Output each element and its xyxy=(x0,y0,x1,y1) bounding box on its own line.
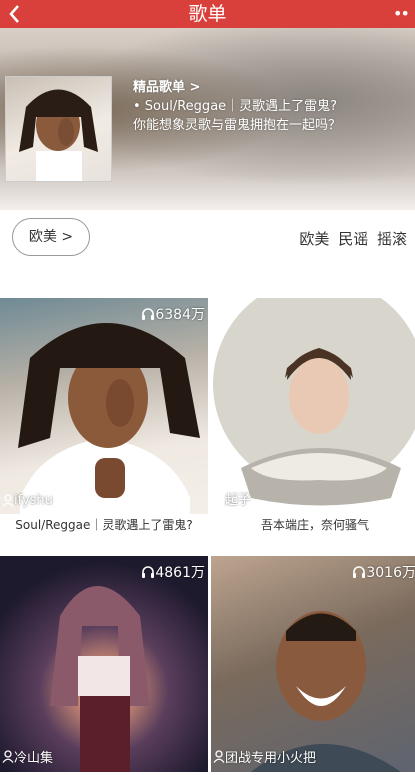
playlist-author: ifyshu xyxy=(2,493,53,508)
filter-bar: 欧美 > 欧美 民谣 摇滚 xyxy=(0,210,415,268)
person-photo-icon xyxy=(50,586,150,772)
more-dots-icon: •• xyxy=(393,4,410,23)
person-photo-icon xyxy=(18,323,200,514)
playlist-author: 起子 xyxy=(213,489,251,508)
more-menu-button[interactable]: •• xyxy=(393,4,411,24)
headphones-icon xyxy=(142,308,155,320)
tag-item[interactable]: 民谣 xyxy=(338,230,368,248)
tag-item[interactable]: 摇滚 xyxy=(377,230,407,248)
play-count: 3016万 xyxy=(352,562,415,582)
top-bar: 歌单 •• xyxy=(0,0,415,28)
featured-cover-image xyxy=(5,76,112,182)
person-photo-icon xyxy=(251,611,401,772)
playlist-cover-image: 6384万 ifyshu xyxy=(0,298,208,514)
user-icon xyxy=(2,494,14,507)
play-count: 4861万 xyxy=(141,562,205,582)
featured-title: • Soul/Reggae｜灵歌遇上了雷鬼? xyxy=(133,99,338,114)
author-name: 冷山集 xyxy=(14,751,54,766)
playlist-author: 冷山集 xyxy=(2,747,53,766)
category-button[interactable]: 欧美 > xyxy=(12,218,90,256)
playlist-author: 团战专用小火把 xyxy=(213,747,316,766)
headphones-icon xyxy=(353,566,366,578)
tag-list: 欧美 民谣 摇滚 xyxy=(295,228,407,249)
user-icon xyxy=(213,750,225,763)
play-count: 6384万 xyxy=(141,304,205,324)
playlist-card[interactable]: 起子 吾本端庄，奈何骚气 xyxy=(211,298,415,538)
person-photo-icon xyxy=(213,298,415,506)
playlist-card[interactable]: 4861万 冷山集 xyxy=(0,556,208,772)
playlist-cover-image: 3016万 团战专用小火把 xyxy=(211,556,415,772)
author-name: 团战专用小火把 xyxy=(225,751,317,766)
featured-description: 你能想象灵歌与雷鬼拥抱在一起吗？ xyxy=(133,118,342,133)
author-name: ifyshu xyxy=(14,493,53,508)
featured-banner[interactable]: 精品歌单 > • Soul/Reggae｜灵歌遇上了雷鬼? 你能想象灵歌与雷鬼拥… xyxy=(0,28,415,210)
page-title: 歌单 xyxy=(188,3,227,25)
user-icon xyxy=(213,492,225,505)
playlist-card[interactable]: 6384万 ifyshu Soul/Reggae｜灵歌遇上了雷鬼? xyxy=(0,298,208,538)
play-count-text: 3016万 xyxy=(366,565,415,581)
playlist-title: 吾本端庄，奈何骚气 xyxy=(260,518,369,532)
featured-text: 精品歌单 > • Soul/Reggae｜灵歌遇上了雷鬼? 你能想象灵歌与雷鬼拥… xyxy=(133,78,403,135)
play-count-text: 4861万 xyxy=(155,565,205,581)
tag-item[interactable]: 欧美 xyxy=(299,230,329,248)
play-count-text: 6384万 xyxy=(155,307,205,323)
featured-label: 精品歌单 > xyxy=(133,80,201,95)
author-name: 起子 xyxy=(225,493,252,508)
headphones-icon xyxy=(142,566,155,578)
playlist-cover-image: 起子 xyxy=(211,298,415,514)
user-icon xyxy=(2,750,14,763)
playlist-cover-image: 4861万 冷山集 xyxy=(0,556,208,772)
person-photo-icon xyxy=(19,89,98,181)
playlist-card[interactable]: 3016万 团战专用小火把 xyxy=(211,556,415,772)
playlist-title: Soul/Reggae｜灵歌遇上了雷鬼? xyxy=(15,518,193,532)
